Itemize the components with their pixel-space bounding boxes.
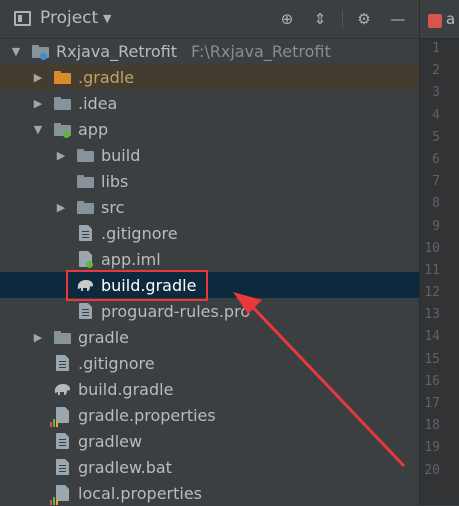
annotation-arrow xyxy=(233,292,406,468)
